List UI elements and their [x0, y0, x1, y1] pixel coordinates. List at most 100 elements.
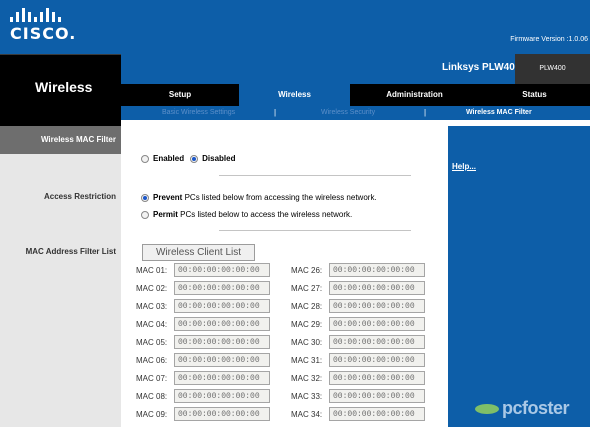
mac-address-input[interactable] — [329, 371, 425, 385]
disabled-radio[interactable] — [190, 154, 199, 163]
help-link[interactable]: Help... — [452, 162, 476, 171]
mac-label: MAC 06: — [136, 355, 168, 365]
watermark-text: pcfoster — [502, 398, 570, 418]
mac-label: MAC 08: — [136, 391, 168, 401]
mac-address-input[interactable] — [174, 407, 270, 421]
subtab-wireless-mac-filter[interactable]: Wireless MAC Filter — [466, 106, 532, 120]
wireless-client-list-button[interactable]: Wireless Client List — [142, 244, 255, 261]
mac-label: MAC 04: — [136, 319, 168, 329]
mac-address-input[interactable] — [174, 371, 270, 385]
mac-address-input[interactable] — [329, 407, 425, 421]
tab-administration[interactable]: Administration — [350, 84, 479, 106]
mac-label: MAC 02: — [136, 283, 168, 293]
page-title: Wireless — [35, 79, 93, 95]
mac-label: MAC 09: — [136, 409, 168, 419]
mac-label: MAC 29: — [291, 319, 323, 329]
product-name: Linksys PLW400 — [442, 62, 521, 73]
mac-entry-06: MAC 06: — [136, 353, 270, 367]
permit-radio[interactable] — [141, 210, 149, 219]
prevent-label-text: PCs listed below from accessing the wire… — [184, 193, 377, 202]
tab-wireless[interactable]: Wireless — [239, 84, 350, 106]
mac-address-input[interactable] — [329, 353, 425, 367]
firmware-version: Firmware Version :1.0.06 — [510, 36, 588, 43]
mac-address-input[interactable] — [329, 335, 425, 349]
mac-filter-list-label: MAC Address Filter List — [25, 247, 116, 256]
mac-address-input[interactable] — [174, 335, 270, 349]
permit-option: Permit PCs listed below to access the wi… — [141, 210, 352, 219]
subtab-wireless-security[interactable]: Wireless Security — [321, 106, 375, 120]
mac-address-input[interactable] — [329, 389, 425, 403]
divider — [219, 175, 411, 176]
mac-label: MAC 33: — [291, 391, 323, 401]
mac-label: MAC 01: — [136, 265, 168, 275]
mac-address-input[interactable] — [174, 299, 270, 313]
filter-toggle-group: Enabled Disabled — [141, 154, 235, 163]
mac-entry-30: MAC 30: — [291, 335, 425, 349]
mac-label: MAC 27: — [291, 283, 323, 293]
mac-address-input[interactable] — [329, 299, 425, 313]
mac-label: MAC 30: — [291, 337, 323, 347]
mac-address-input[interactable] — [174, 281, 270, 295]
divider — [219, 230, 411, 231]
permit-label-bold: Permit — [153, 210, 178, 219]
mac-address-input[interactable] — [174, 389, 270, 403]
mac-label: MAC 34: — [291, 409, 323, 419]
mac-label: MAC 05: — [136, 337, 168, 347]
left-subheader: Wireless MAC Filter — [0, 126, 121, 154]
prevent-label-bold: Prevent — [153, 193, 183, 202]
left-label-panel: Wireless MAC Filter Access Restriction M… — [0, 126, 121, 427]
enabled-radio-label: Enabled — [153, 154, 185, 163]
mac-entry-07: MAC 07: — [136, 371, 270, 385]
mac-address-input[interactable] — [174, 317, 270, 331]
mac-label: MAC 28: — [291, 301, 323, 311]
mac-entry-31: MAC 31: — [291, 353, 425, 367]
prevent-option: Prevent PCs listed below from accessing … — [141, 193, 377, 202]
mac-label: MAC 26: — [291, 265, 323, 275]
sub-nav-tabs: Basic Wireless Settings | Wireless Secur… — [121, 106, 590, 120]
mac-entry-28: MAC 28: — [291, 299, 425, 313]
mac-entry-26: MAC 26: — [291, 263, 425, 277]
mac-entry-04: MAC 04: — [136, 317, 270, 331]
mac-entry-01: MAC 01: — [136, 263, 270, 277]
subtab-separator: | — [274, 108, 277, 117]
tab-status[interactable]: Status — [479, 84, 590, 106]
main-nav-tabs: Setup Wireless Administration Status — [121, 84, 590, 106]
prevent-radio[interactable] — [141, 193, 149, 202]
permit-label-text: PCs listed below to access the wireless … — [180, 210, 353, 219]
tab-setup[interactable]: Setup — [121, 84, 239, 106]
subsection-title: Wireless MAC Filter — [40, 135, 116, 144]
mac-entry-08: MAC 08: — [136, 389, 270, 403]
enabled-radio[interactable] — [141, 154, 149, 163]
mac-entry-33: MAC 33: — [291, 389, 425, 403]
disabled-radio-label: Disabled — [202, 154, 236, 163]
mac-address-input[interactable] — [329, 281, 425, 295]
mac-label: MAC 32: — [291, 373, 323, 383]
mac-label: MAC 31: — [291, 355, 323, 365]
mac-entry-09: MAC 09: — [136, 407, 270, 421]
subtab-separator: | — [424, 108, 427, 117]
mac-address-input[interactable] — [329, 317, 425, 331]
cisco-logo-text: CISCO. — [10, 24, 77, 43]
access-restriction-label: Access Restriction — [43, 192, 116, 201]
mac-label: MAC 03: — [136, 301, 168, 311]
leaf-icon — [475, 403, 499, 414]
mac-label: MAC 07: — [136, 373, 168, 383]
cisco-logo: CISCO. — [10, 8, 76, 43]
mac-entry-02: MAC 02: — [136, 281, 270, 295]
mac-entry-32: MAC 32: — [291, 371, 425, 385]
mac-entry-27: MAC 27: — [291, 281, 425, 295]
subtab-basic-wireless-settings[interactable]: Basic Wireless Settings — [162, 106, 235, 120]
mac-address-input[interactable] — [329, 263, 425, 277]
mac-address-input[interactable] — [174, 353, 270, 367]
model-name: PLW400 — [515, 54, 590, 84]
help-panel: Help... pcfoster — [448, 126, 590, 427]
mac-entry-03: MAC 03: — [136, 299, 270, 313]
mac-entry-29: MAC 29: — [291, 317, 425, 331]
watermark: pcfoster — [475, 398, 570, 419]
mac-entry-05: MAC 05: — [136, 335, 270, 349]
product-bar: Linksys PLW400 PLW400 — [121, 54, 590, 84]
mac-address-input[interactable] — [174, 263, 270, 277]
mac-entry-34: MAC 34: — [291, 407, 425, 421]
cisco-logo-bars-icon — [10, 8, 76, 22]
section-header: Wireless — [0, 54, 121, 126]
